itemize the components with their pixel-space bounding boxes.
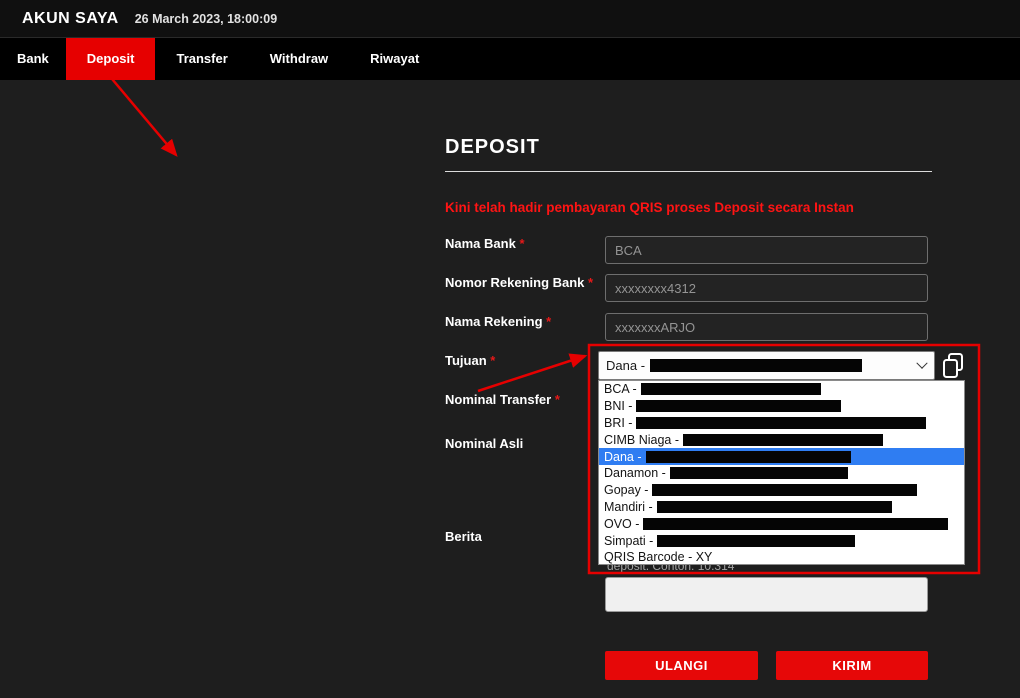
dropdown-option-label: Gopay - <box>604 483 648 497</box>
tujuan-selected-label: Dana - <box>606 358 645 373</box>
tab-riwayat[interactable]: Riwayat <box>349 38 440 80</box>
nama-rekening-input[interactable] <box>605 313 928 341</box>
nomor-rekening-label: Nomor Rekening Bank * <box>445 275 593 290</box>
nama-rekening-label: Nama Rekening * <box>445 314 551 329</box>
nama-bank-input[interactable] <box>605 236 928 264</box>
dropdown-option[interactable]: Danamon - <box>599 465 964 482</box>
redaction-bar <box>657 535 855 547</box>
tab-bank[interactable]: Bank <box>0 38 66 80</box>
datetime-text: 26 March 2023, 18:00:09 <box>135 12 277 26</box>
berita-textarea[interactable] <box>605 577 928 612</box>
annotation-arrow-deposit <box>107 73 176 155</box>
redaction-bar <box>652 484 917 496</box>
dropdown-option[interactable]: Mandiri - <box>599 499 964 516</box>
nav-tabs: BankDepositTransferWithdrawRiwayat <box>0 38 1020 80</box>
nomor-rekening-input[interactable] <box>605 274 928 302</box>
redaction-bar <box>670 467 848 479</box>
redaction-bar <box>657 501 892 513</box>
dropdown-option[interactable]: Simpati - <box>599 532 964 549</box>
deposit-page: AKUN SAYA 26 March 2023, 18:00:09 BankDe… <box>0 0 1020 698</box>
tujuan-select[interactable]: Dana - <box>598 351 935 380</box>
dropdown-option-label: Danamon - <box>604 466 666 480</box>
top-bar: AKUN SAYA 26 March 2023, 18:00:09 <box>0 0 1020 38</box>
account-title: AKUN SAYA <box>22 10 119 28</box>
tujuan-dropdown-list: BCA - BNI - BRI - CIMB Niaga - Dana - Danamon… <box>598 380 965 565</box>
dropdown-option-label: QRIS Barcode - XY <box>604 550 712 564</box>
nama-bank-label: Nama Bank * <box>445 236 525 251</box>
dropdown-option[interactable]: QRIS Barcode - XY <box>599 549 964 565</box>
dropdown-option[interactable]: BNI - <box>599 398 964 415</box>
nominal-transfer-label: Nominal Transfer * <box>445 392 560 407</box>
dropdown-option[interactable]: OVO - <box>599 515 964 532</box>
tab-deposit[interactable]: Deposit <box>66 38 156 80</box>
kirim-button[interactable]: KIRIM <box>776 651 928 680</box>
dropdown-option-label: Dana - <box>604 450 642 464</box>
tab-withdraw[interactable]: Withdraw <box>249 38 349 80</box>
dropdown-option-label: Simpati - <box>604 534 653 548</box>
redaction-bar <box>683 434 883 446</box>
dropdown-option[interactable]: Dana - <box>599 448 964 465</box>
dropdown-option[interactable]: BRI - <box>599 415 964 432</box>
redaction-bar <box>636 400 841 412</box>
tab-transfer[interactable]: Transfer <box>155 38 248 80</box>
tujuan-label: Tujuan * <box>445 353 495 368</box>
page-title: DEPOSIT <box>445 136 540 159</box>
redaction-bar <box>650 359 862 372</box>
berita-label: Berita <box>445 529 482 544</box>
qris-notice: Kini telah hadir pembayaran QRIS proses … <box>445 200 945 215</box>
dropdown-option[interactable]: CIMB Niaga - <box>599 431 964 448</box>
nominal-asli-label: Nominal Asli <box>445 436 523 451</box>
redaction-bar <box>646 451 851 463</box>
dropdown-option-label: Mandiri - <box>604 500 653 514</box>
dropdown-option-label: BCA - <box>604 382 637 396</box>
dropdown-option-label: BNI - <box>604 399 632 413</box>
copy-icon[interactable] <box>941 352 965 380</box>
dropdown-option-label: BRI - <box>604 416 632 430</box>
title-underline <box>445 171 932 172</box>
redaction-bar <box>636 417 926 429</box>
ulangi-button[interactable]: ULANGI <box>605 651 758 680</box>
dropdown-option-label: OVO - <box>604 517 639 531</box>
dropdown-option[interactable]: BCA - <box>599 381 964 398</box>
dropdown-option-label: CIMB Niaga - <box>604 433 679 447</box>
redaction-bar <box>643 518 948 530</box>
dropdown-option[interactable]: Gopay - <box>599 482 964 499</box>
chevron-down-icon <box>916 357 927 368</box>
redaction-bar <box>641 383 821 395</box>
